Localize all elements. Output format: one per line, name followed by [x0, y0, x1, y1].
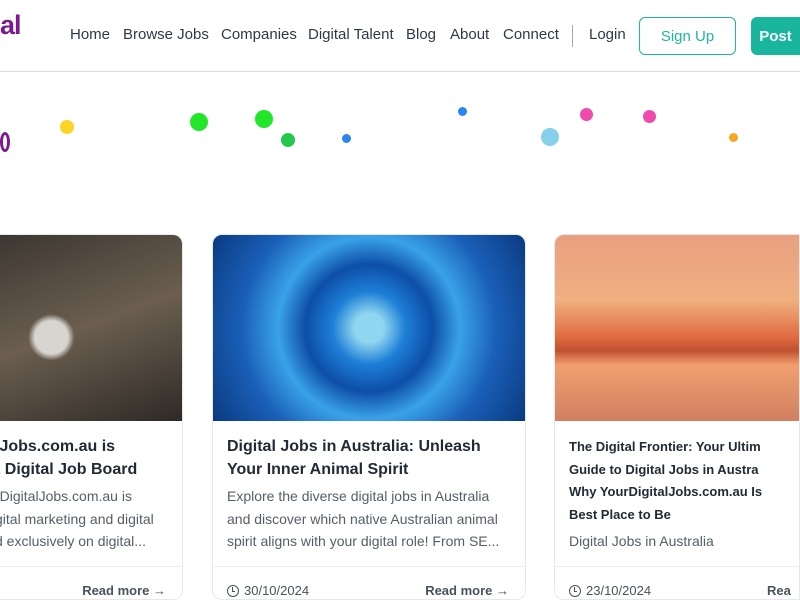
clock-icon — [227, 584, 239, 597]
card-title[interactable]: The Digital Frontier: Your Ultim Guide to… — [555, 436, 799, 526]
confetti-dot — [458, 107, 467, 116]
blog-card[interactable]: The Digital Frontier: Your Ultim Guide to… — [554, 234, 800, 600]
confetti-dot — [60, 120, 74, 134]
read-more-link[interactable]: Rea — [767, 583, 791, 598]
confetti-dot — [281, 133, 295, 147]
confetti-dot — [255, 110, 273, 128]
nav-browse-jobs[interactable]: Browse Jobs — [123, 26, 209, 43]
card-footer: 30/10/2024 Read more → — [213, 566, 525, 599]
site-header: al Home Browse Jobs Companies Digital Ta… — [0, 0, 800, 72]
nav-about[interactable]: About — [450, 26, 489, 43]
confetti-dot — [729, 133, 738, 142]
card-title[interactable]: lJobs.com.au is t Digital Job Board — [0, 436, 182, 481]
confetti-dot — [342, 134, 351, 143]
confetti-dot — [643, 110, 656, 123]
nav-blog[interactable]: Blog — [406, 26, 436, 43]
sign-up-button[interactable]: Sign Up — [639, 17, 736, 55]
harbour-bridge-image — [555, 235, 799, 421]
read-more-link[interactable]: Read more → — [425, 583, 509, 598]
card-excerpt: Explore the diverse digital jobs in Aust… — [227, 488, 500, 549]
card-footer: 23/10/2024 Rea — [555, 566, 799, 599]
feathers-image — [213, 235, 525, 421]
confetti-dot — [190, 113, 208, 131]
kitten-image — [0, 235, 182, 421]
nav-divider — [572, 25, 573, 47]
clock-icon — [569, 584, 581, 597]
confetti-dot — [541, 128, 559, 146]
card-date: 23/10/2024 — [569, 583, 651, 598]
card-title[interactable]: Digital Jobs in Australia: Unleash Your I… — [213, 436, 525, 481]
confetti-swirl — [0, 132, 10, 152]
blog-card[interactable]: Digital Jobs in Australia: Unleash Your I… — [212, 234, 526, 600]
card-date: 30/10/2024 — [227, 583, 309, 598]
confetti-dot — [580, 108, 593, 121]
login-link[interactable]: Login — [589, 26, 626, 43]
logo[interactable]: al — [0, 10, 22, 41]
read-more-link[interactable]: Read more → — [82, 583, 166, 598]
card-footer: Read more → — [0, 566, 182, 599]
nav-digital-talent[interactable]: Digital Talent — [308, 26, 394, 43]
nav-connect[interactable]: Connect — [503, 26, 559, 43]
nav-companies[interactable]: Companies — [221, 26, 297, 43]
blog-card[interactable]: lJobs.com.au is t Digital Job Board rDigi… — [0, 234, 183, 600]
post-job-button[interactable]: Post — [751, 17, 800, 55]
nav-home[interactable]: Home — [70, 26, 110, 43]
card-excerpt: rDigitalJobs.com.au is gital marketing an… — [0, 488, 154, 549]
card-category: Digital Jobs in Australia — [569, 533, 714, 549]
